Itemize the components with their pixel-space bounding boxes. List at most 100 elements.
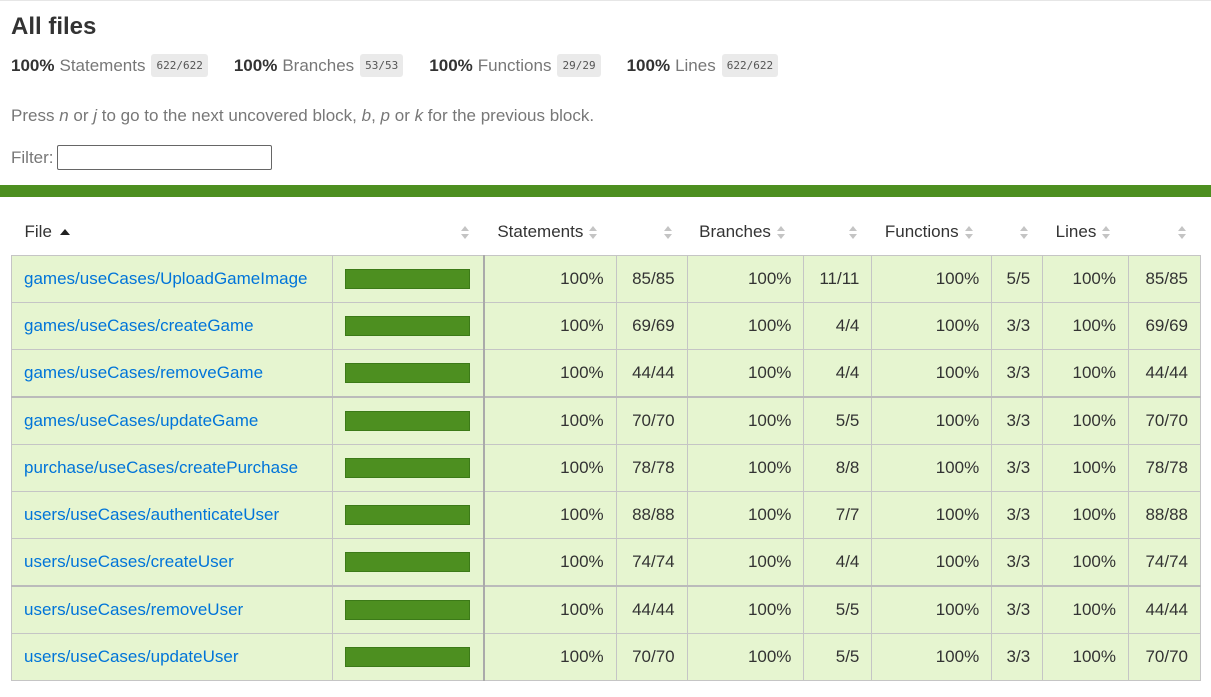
statements-fraction: 70/70 (615, 633, 688, 681)
statements-pct: 100% (483, 491, 617, 539)
coverage-bar-fill (345, 601, 469, 617)
file-cell: games/useCases/updateGame (11, 396, 333, 445)
functions-pct: 100% (871, 349, 993, 398)
lines-pct: 100% (1042, 633, 1129, 681)
header-statements-raw[interactable] (616, 208, 687, 256)
header-branches-raw[interactable] (804, 208, 872, 256)
functions-pct: 100% (871, 491, 993, 539)
functions-fraction: 3/3 (991, 302, 1044, 350)
file-cell: purchase/useCases/createPurchase (11, 444, 333, 492)
table-row: users/useCases/createUser 100% 74/74 100% 4/… (11, 538, 1202, 587)
lines-fraction: 78/78 (1127, 444, 1202, 492)
table-row: purchase/useCases/createPurchase 100% 78/7… (11, 444, 1202, 492)
sort-icon (664, 225, 673, 240)
summary-pct: 100% (626, 55, 671, 75)
file-link[interactable]: games/useCases/removeGame (24, 363, 263, 382)
coverage-bar-cell (331, 538, 486, 587)
header-lines-raw[interactable] (1128, 208, 1200, 256)
sort-icon (964, 225, 974, 240)
coverage-bar-fill (345, 270, 469, 286)
sort-icon (1177, 225, 1187, 240)
lines-fraction: 85/85 (1127, 255, 1202, 303)
coverage-bar-cell (331, 396, 486, 445)
branches-pct: 100% (686, 302, 805, 350)
lines-fraction: 88/88 (1127, 491, 1202, 539)
file-link[interactable]: users/useCases/removeUser (24, 600, 243, 619)
lines-pct: 100% (1042, 302, 1129, 350)
coverage-bar (344, 458, 470, 478)
summary-label: Branches (282, 55, 355, 75)
header-statements[interactable]: Statements (484, 208, 616, 256)
table-row: users/useCases/updateUser 100% 70/70 100% 5/… (11, 633, 1202, 681)
header-branches[interactable]: Branches (687, 208, 804, 256)
summary-fraction: 622/622 (151, 54, 208, 77)
statements-fraction: 69/69 (615, 302, 688, 350)
summary-functions: 100% Functions 29/29 (429, 54, 601, 77)
table-row: games/useCases/UploadGameImage 100% 85/85 1… (11, 255, 1202, 303)
top-border (0, 0, 1211, 1)
summary-statements: 100% Statements 622/622 (11, 54, 208, 77)
header-functions[interactable]: Functions (872, 208, 992, 256)
file-link[interactable]: users/useCases/authenticateUser (24, 505, 279, 524)
coverage-bar (344, 647, 470, 667)
functions-fraction: 5/5 (991, 255, 1044, 303)
functions-pct: 100% (871, 585, 993, 634)
coverage-bar-fill (345, 553, 469, 569)
summary-label: Statements (59, 55, 146, 75)
file-link[interactable]: games/useCases/updateGame (24, 411, 258, 430)
branches-fraction: 4/4 (803, 538, 873, 587)
page-title: All files (11, 13, 97, 40)
file-link[interactable]: users/useCases/updateUser (24, 647, 239, 666)
header-lines[interactable]: Lines (1043, 208, 1129, 256)
functions-pct: 100% (871, 302, 993, 350)
coverage-bar (344, 505, 470, 525)
header-functions-raw[interactable] (992, 208, 1043, 256)
coverage-bar-cell (331, 302, 486, 350)
summary-branches: 100% Branches 53/53 (234, 54, 404, 77)
file-link[interactable]: users/useCases/createUser (24, 552, 234, 571)
summary-fraction: 53/53 (360, 54, 404, 77)
coverage-bar-cell (331, 349, 486, 398)
coverage-bar-cell (331, 633, 486, 681)
filter-input[interactable] (56, 145, 272, 170)
summary-fraction: 622/622 (721, 54, 779, 77)
coverage-table: File Statements Branches Functions Lines… (11, 208, 1202, 681)
coverage-bar-cell (331, 255, 486, 303)
header-file-bar[interactable] (332, 208, 484, 256)
branches-pct: 100% (686, 585, 805, 634)
file-link[interactable]: games/useCases/UploadGameImage (24, 269, 307, 288)
branches-pct: 100% (686, 396, 805, 445)
branches-fraction: 4/4 (803, 349, 873, 398)
lines-fraction: 70/70 (1127, 396, 1202, 445)
branches-fraction: 5/5 (803, 633, 873, 681)
branches-pct: 100% (686, 444, 805, 492)
statements-fraction: 44/44 (615, 585, 688, 634)
header-file[interactable]: File (12, 208, 333, 256)
sort-icon (1102, 225, 1111, 240)
coverage-bar (344, 269, 470, 289)
functions-fraction: 3/3 (991, 396, 1044, 445)
coverage-bar-fill (345, 506, 469, 522)
statements-pct: 100% (483, 302, 617, 350)
statements-pct: 100% (483, 255, 617, 303)
table-row: users/useCases/removeUser 100% 44/44 100% 5/… (11, 585, 1202, 634)
file-cell: users/useCases/updateUser (11, 633, 333, 681)
coverage-bar-fill (345, 459, 469, 475)
functions-fraction: 3/3 (991, 349, 1044, 398)
filter-area: Filter: (11, 145, 272, 170)
file-cell: games/useCases/createGame (11, 302, 333, 350)
coverage-bar (344, 411, 470, 431)
file-link[interactable]: games/useCases/createGame (24, 316, 254, 335)
functions-pct: 100% (871, 633, 993, 681)
status-bar (0, 185, 1211, 197)
branches-fraction: 5/5 (803, 585, 873, 634)
lines-fraction: 69/69 (1127, 302, 1202, 350)
sort-icon (1019, 225, 1029, 240)
file-cell: users/useCases/removeUser (11, 585, 333, 634)
functions-fraction: 3/3 (991, 491, 1044, 539)
coverage-bar-fill (345, 648, 469, 664)
file-link[interactable]: purchase/useCases/createPurchase (24, 458, 298, 477)
statements-fraction: 70/70 (615, 396, 688, 445)
file-cell: games/useCases/removeGame (11, 349, 333, 398)
branches-pct: 100% (686, 255, 805, 303)
